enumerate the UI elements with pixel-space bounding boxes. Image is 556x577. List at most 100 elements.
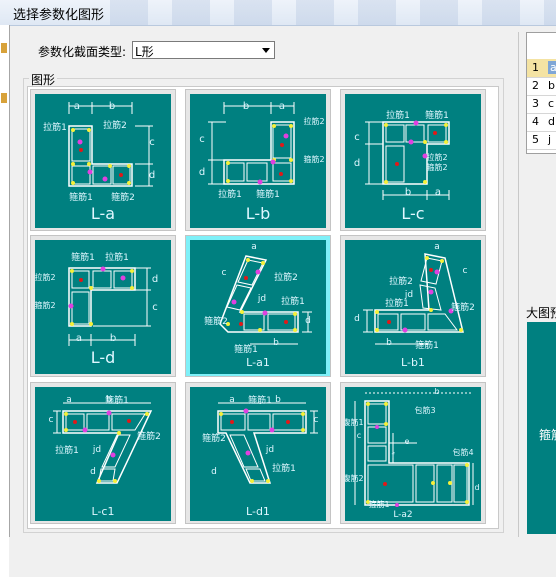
shape-option-l-b1[interactable]: 拉筋2 jd 拉筋1 箍筋2 箍筋1 a c d b L-b1 (340, 235, 486, 377)
stirrup-2-label: 箍筋2 (426, 163, 448, 172)
dim-c-label: c (149, 137, 155, 148)
tile-caption: L-c1 (91, 505, 115, 518)
tile-caption: L-b1 (401, 356, 425, 369)
tile-canvas: 箍筋1 箍筋2 拉筋1 jd a b c d L-d1 (190, 387, 326, 521)
jd-label: jd (92, 445, 102, 455)
dim-c-label: c (313, 415, 319, 425)
section-type-label: 参数化截面类型: (38, 45, 127, 59)
stirrup-2-label: 箍筋2 (111, 193, 135, 203)
dim-b-label: b (434, 387, 440, 396)
tie-bar-1-label: 拉筋1 (281, 297, 305, 307)
section-type-select[interactable]: L形 (132, 41, 275, 59)
row-number: 4 (532, 115, 539, 128)
table-row[interactable]: 3 c (527, 95, 556, 114)
dim-b-label: b (109, 333, 117, 344)
dim-b-label: b (108, 101, 116, 112)
tile-canvas: 箍筋1 拉筋1 拉筋2 箍筋2 d c a b L-d (35, 240, 171, 374)
stirrup-1-label: 箍筋1 (368, 500, 390, 509)
tie-bar-2-label: 拉筋2 (303, 117, 325, 126)
tile-caption: L-c (401, 204, 425, 223)
preview-panel: 箍筋 (527, 322, 556, 534)
shape-option-l-b[interactable]: b a c d 拉筋2 箍筋2 拉筋1 箍筋1 L-b (185, 89, 331, 231)
shape-option-l-a2[interactable]: 包筋3 包筋4 b e f c d 腹筋1 腹筋2 箍筋1 L-a2 (340, 382, 486, 524)
row-value: c (548, 97, 555, 110)
row-value: j (548, 133, 552, 146)
dim-b-label: b (275, 395, 281, 405)
background-window-edge (0, 25, 10, 577)
dim-c-label: c (221, 268, 227, 278)
tile-canvas: 包筋3 包筋4 b e f c d 腹筋1 腹筋2 箍筋1 L-a2 (345, 387, 481, 521)
section-type-value: L形 (135, 45, 154, 59)
preview-label: 大图预览 (526, 306, 556, 320)
dim-a-label: a (434, 242, 440, 252)
title-bar: 选择参数化图形 (0, 0, 556, 26)
preview-section: 大图预览 箍筋 (526, 304, 556, 534)
dim-c-label: c (354, 132, 360, 143)
stirrup-2-label: 箍筋2 (303, 155, 325, 164)
stirrup-2-label: 箍筋2 (451, 303, 475, 313)
tile-caption: L-d1 (246, 505, 270, 518)
shape-option-l-c1[interactable]: 箍筋1 箍筋2 拉筋1 jd a b c d L-c1 (30, 382, 176, 524)
tile-caption: L-d (90, 348, 116, 367)
shape-option-l-d1[interactable]: 箍筋1 箍筋2 拉筋1 jd a b c d L-d1 (185, 382, 331, 524)
dim-a-label: a (434, 187, 442, 198)
dim-b-label: b (106, 395, 112, 405)
dim-d-label: d (474, 483, 480, 492)
parameter-table[interactable]: 1 a 2 b 3 c 4 d 5 j (526, 32, 556, 154)
dim-c-label: c (356, 431, 362, 440)
chevron-down-icon[interactable] (262, 48, 270, 53)
row-value: d (548, 115, 555, 128)
background-toolbar (110, 0, 556, 25)
tile-caption: L-a2 (393, 510, 413, 520)
dim-f-label: f (391, 451, 395, 460)
dim-a-label: a (278, 101, 286, 112)
row-number: 3 (532, 97, 539, 110)
tie-bar-2-label: 拉筋2 (103, 121, 127, 131)
shape-option-l-a[interactable]: a b c d 拉筋1 拉筋2 箍筋1 箍筋2 L-a (30, 89, 176, 231)
tile-caption: L-b (245, 204, 271, 223)
window-title: 选择参数化图形 (13, 8, 105, 23)
side-bar-2-label: 腹筋2 (345, 474, 364, 483)
stirrup-1-label: 箍筋1 (425, 111, 449, 121)
row-number: 2 (532, 79, 539, 92)
dim-b-label: b (273, 338, 279, 348)
table-row[interactable]: 5 j (527, 131, 556, 150)
dim-d-label: d (305, 316, 311, 326)
stirrup-2-label: 箍筋2 (137, 432, 161, 442)
table-row[interactable]: 4 d (527, 113, 556, 132)
table-row[interactable]: 1 a (527, 59, 556, 78)
stirrup-1-label: 箍筋1 (256, 190, 280, 200)
dim-c-label: c (152, 302, 158, 313)
dim-d-label: d (354, 314, 360, 324)
shape-option-l-d[interactable]: 箍筋1 拉筋1 拉筋2 箍筋2 d c a b L-d (30, 235, 176, 377)
tile-caption: L-a1 (246, 356, 270, 369)
background-marker (1, 93, 7, 103)
side-bar-1-label: 腹筋1 (345, 418, 364, 427)
preview-text: 箍筋 (539, 428, 556, 442)
stirrup-2-label: 箍筋2 (202, 434, 226, 444)
background-marker (1, 43, 7, 53)
row-number: 1 (532, 61, 539, 74)
dim-d-label: d (198, 167, 206, 178)
table-row[interactable]: 2 b (527, 77, 556, 96)
row-value: b (548, 79, 555, 92)
wrap-bar-3-label: 包筋3 (414, 406, 436, 415)
dim-d-label: d (151, 274, 159, 285)
tie-bar-1-label: 拉筋1 (105, 253, 129, 263)
dim-d-label: d (148, 170, 156, 181)
tile-canvas: 箍筋1 箍筋2 拉筋1 jd a b c d L-c1 (35, 387, 171, 521)
shape-option-l-c[interactable]: c d b a 拉筋1 箍筋1 拉筋2 箍筋2 L-c (340, 89, 486, 231)
dim-b-label: b (386, 338, 392, 348)
shape-grid: a b c d 拉筋1 拉筋2 箍筋1 箍筋2 L-a b a c d 拉筋2 (27, 86, 499, 529)
dim-c-label: c (48, 415, 54, 425)
panel-divider (518, 32, 519, 537)
shape-option-l-a1[interactable]: 拉筋2 jd 拉筋1 箍筋2 箍筋1 a c d b L-a1 (185, 235, 331, 377)
dim-d-label: d (211, 467, 217, 477)
tile-canvas: a b c d 拉筋1 拉筋2 箍筋1 箍筋2 L-a (35, 94, 171, 228)
dim-c-label: c (199, 134, 205, 145)
tile-canvas: c d b a 拉筋1 箍筋1 拉筋2 箍筋2 L-c (345, 94, 481, 228)
tile-caption: L-a (90, 204, 116, 223)
dim-a-label: a (251, 242, 257, 252)
bottom-area (9, 537, 556, 577)
tile-canvas: 拉筋2 jd 拉筋1 箍筋2 箍筋1 a c d b L-b1 (345, 240, 481, 374)
